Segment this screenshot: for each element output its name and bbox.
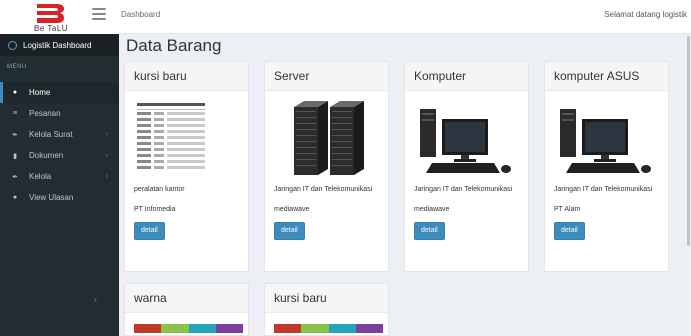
collapse-sidebar-icon[interactable]: ‹ (94, 294, 97, 304)
home-icon: ● (12, 89, 18, 96)
card-category: Jaringan IT dan Telekomunikasi (554, 186, 653, 193)
desktop-computer-image (554, 97, 663, 177)
card-supplier: PT Alam (554, 206, 581, 213)
sidebar-toggle-icon[interactable] (92, 8, 106, 20)
detail-button[interactable]: detail (134, 222, 165, 240)
sidebar-item-kelola[interactable]: ✒ Kelola ‹ (0, 166, 119, 187)
color-palette-image (274, 324, 383, 333)
sidebar-header[interactable]: Logistik Dashboard (0, 34, 119, 56)
card-category: Jaringan IT dan Telekomunikasi (274, 186, 373, 193)
color-swatch (274, 324, 302, 333)
color-swatch (328, 324, 356, 333)
product-card: Komputer Jaringan IT dan Telekomunikasi … (404, 61, 529, 272)
sidebar-item-label: Kelola Surat (29, 130, 73, 139)
card-title: Server (265, 62, 388, 91)
document-icon: ▮ (13, 152, 17, 160)
vertical-scrollbar[interactable] (686, 34, 691, 336)
product-card: komputer ASUS Jaringan IT dan Telekomuni… (544, 61, 669, 272)
color-swatch (301, 324, 329, 333)
product-card: warna (124, 283, 249, 336)
sidebar-item-label: Home (29, 88, 51, 97)
card-category: Jaringan IT dan Telekomunikasi (414, 186, 513, 193)
product-card: kursi baru peralatan kantor PT Infomedia… (124, 61, 249, 272)
sidebar-item-home[interactable]: ● Home (0, 82, 119, 103)
desktop-computer-image (414, 97, 523, 177)
breadcrumb[interactable]: Dashboard (121, 10, 160, 19)
product-card: kursi baru (264, 283, 389, 336)
card-title: warna (125, 284, 248, 313)
list-icon: ≡ (12, 110, 18, 117)
comment-icon: ● (12, 194, 18, 201)
product-card: Server Jaringan IT dan Telekomunikasi me… (264, 61, 389, 272)
sidebar-item-kelola-surat[interactable]: ✒ Kelola Surat ‹ (0, 124, 119, 145)
menu-section-label: MENU (7, 64, 27, 70)
pencil-icon: ✒ (12, 131, 18, 139)
color-swatch (134, 324, 162, 333)
card-category: peralatan kantor (134, 186, 185, 193)
sidebar-item-pesanan[interactable]: ≡ Pesanan (0, 103, 119, 124)
card-supplier: mediawave (274, 206, 310, 213)
welcome-message[interactable]: Selamat datang logistik (604, 10, 687, 19)
top-navbar: Be TaLU Dashboard Selamat datang logisti… (0, 0, 691, 34)
card-title: kursi baru (265, 284, 388, 313)
card-supplier: PT Infomedia (134, 206, 176, 213)
page-title: Data Barang (126, 36, 222, 55)
sidebar-item-label: Dokumen (29, 151, 64, 160)
card-supplier: mediawave (414, 206, 450, 213)
detail-button[interactable]: detail (274, 222, 305, 240)
server-rack-image (274, 97, 383, 177)
sidebar-item-dokumen[interactable]: ▮ Dokumen ‹ (0, 145, 119, 166)
detail-button[interactable]: detail (414, 222, 445, 240)
sidebar: Logistik Dashboard MENU ● Home ≡ Pesanan… (0, 34, 119, 336)
pencil-icon: ✒ (12, 173, 18, 181)
scrollbar-thumb[interactable] (687, 36, 690, 246)
dashboard-icon (8, 40, 17, 50)
color-swatch (161, 324, 189, 333)
detail-button[interactable]: detail (554, 222, 585, 240)
app-logo (37, 4, 64, 23)
logo-text: Be TaLU (34, 24, 69, 33)
card-title: kursi baru (125, 62, 248, 91)
chevron-left-icon: ‹ (105, 131, 108, 138)
color-swatch (355, 324, 383, 333)
sidebar-item-view-ulasan[interactable]: ● View Ulasan (0, 187, 119, 208)
document-list-image (134, 97, 243, 177)
chevron-left-icon: ‹ (105, 173, 108, 180)
card-title: komputer ASUS (545, 62, 668, 91)
sidebar-item-label: Kelola (29, 172, 52, 181)
sidebar-title: Logistik Dashboard (23, 40, 92, 50)
card-title: Komputer (405, 62, 528, 91)
sidebar-item-label: Pesanan (29, 109, 61, 118)
sidebar-item-label: View Ulasan (29, 193, 74, 202)
color-swatch (215, 324, 243, 333)
color-palette-image (134, 324, 243, 333)
color-swatch (188, 324, 216, 333)
chevron-left-icon: ‹ (105, 152, 108, 159)
